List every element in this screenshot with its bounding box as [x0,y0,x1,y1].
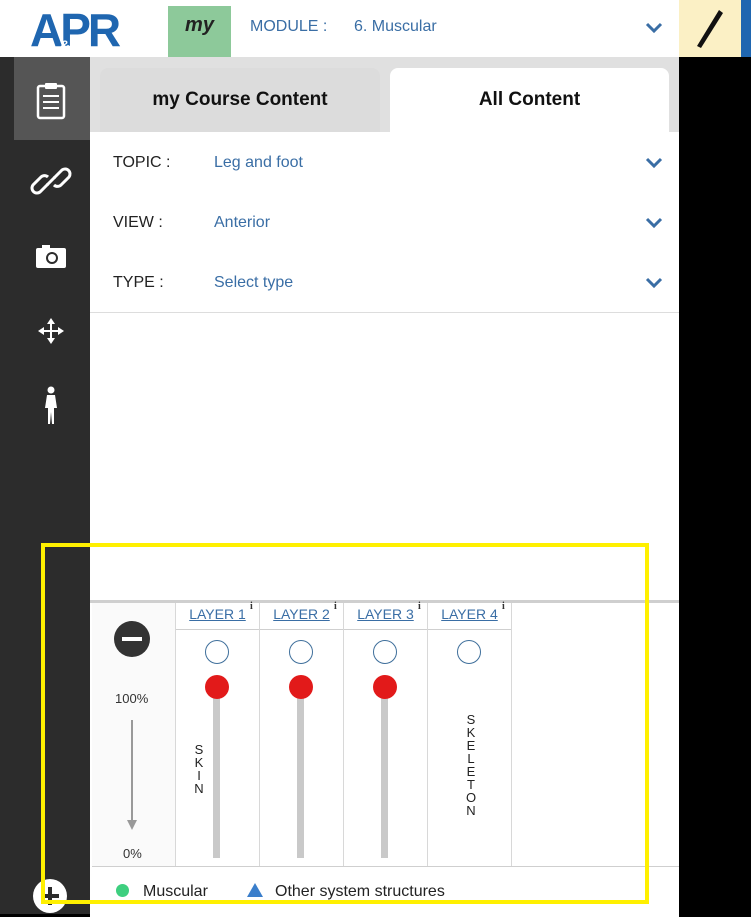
chevron-down-icon[interactable] [645,277,663,289]
view-filter[interactable]: VIEW : Anterior [90,192,679,253]
module-selector[interactable]: 6. Muscular [354,18,437,36]
type-value[interactable]: Select type [214,274,293,292]
chevron-down-icon[interactable] [645,217,663,229]
side-tab[interactable] [741,0,751,57]
svg-text:APR: APR [30,6,121,52]
svg-text:&: & [60,37,70,52]
draw-tool-button[interactable] [679,0,741,57]
tab-my-course-content[interactable]: my Course Content [100,68,380,132]
topic-value[interactable]: Leg and foot [214,154,303,172]
view-value[interactable]: Anterior [214,214,270,232]
camera-icon[interactable] [30,236,72,278]
type-filter[interactable]: TYPE : Select type [90,252,679,313]
move-icon[interactable] [30,310,72,352]
tab-all-content[interactable]: All Content [390,68,669,132]
topic-label: TOPIC : [113,154,171,171]
view-label: VIEW : [113,214,163,231]
scalpel-icon [697,10,723,48]
module-label: MODULE : [250,18,328,35]
clipboard-icon[interactable] [30,80,72,122]
topic-filter[interactable]: TOPIC : Leg and foot [90,132,679,193]
human-figure-icon[interactable] [30,384,72,426]
apr-logo: APR & [30,6,124,52]
type-label: TYPE : [113,274,164,291]
highlight-box [41,543,649,904]
link-icon[interactable] [30,160,72,202]
my-badge[interactable]: my [168,6,231,57]
chevron-down-icon[interactable] [645,157,663,169]
chevron-down-icon[interactable] [645,22,663,34]
